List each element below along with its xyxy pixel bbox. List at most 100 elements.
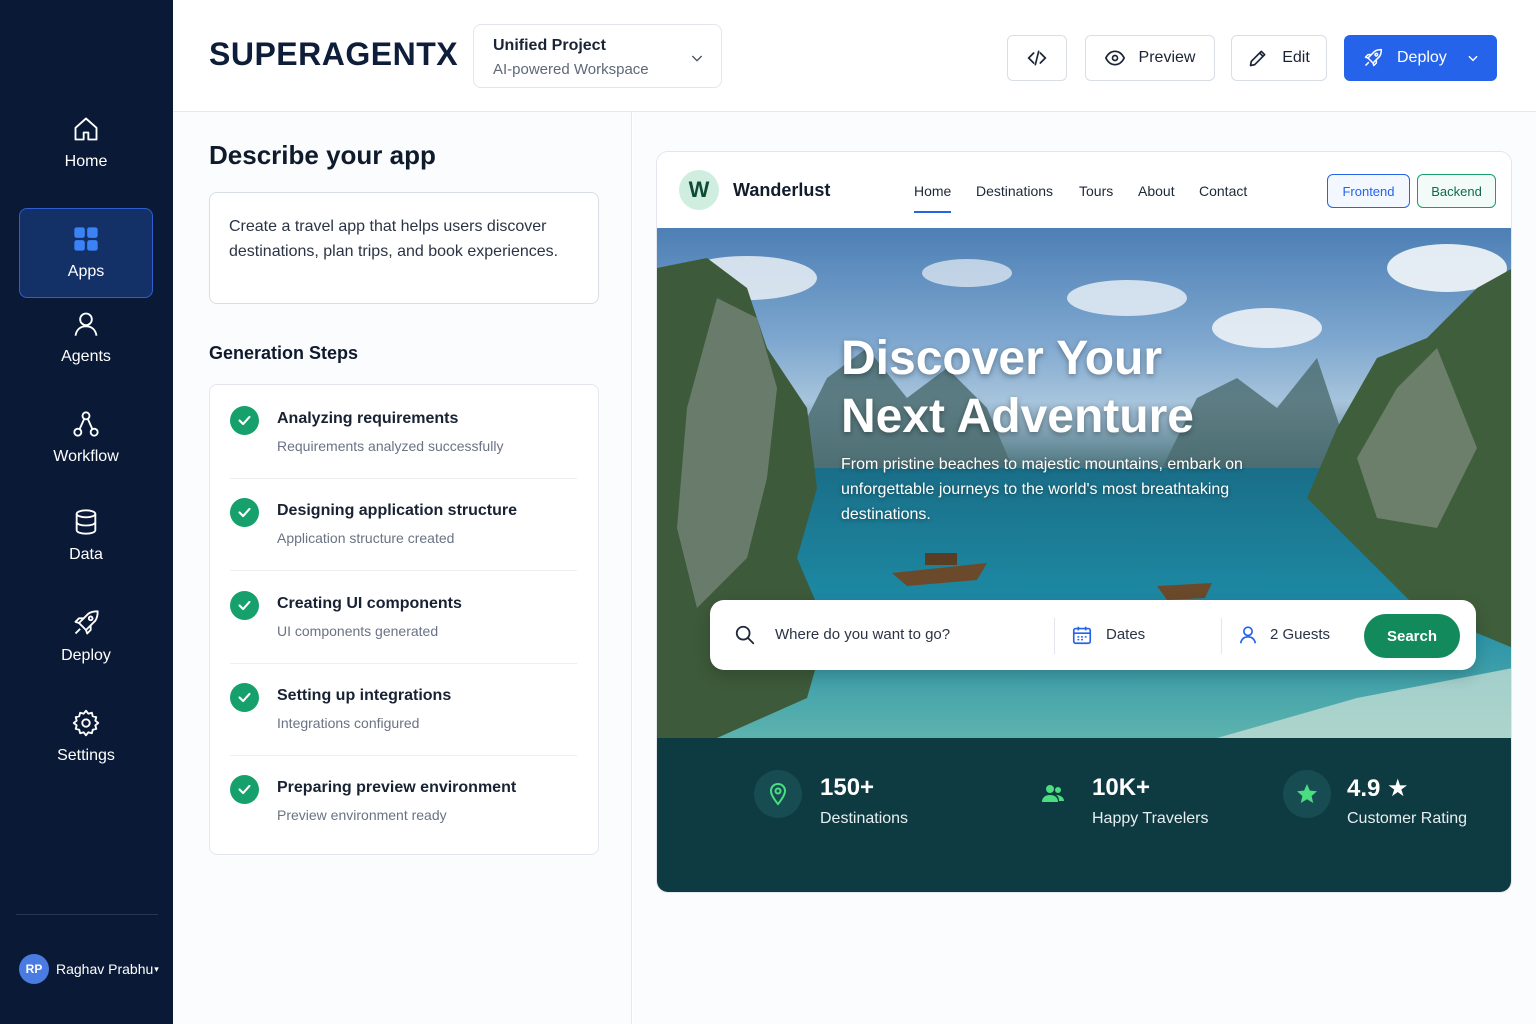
stat-value: 150+ <box>820 774 875 801</box>
stat-value: 4.9 ★ <box>1347 775 1409 802</box>
pencil-icon <box>1249 50 1266 67</box>
stats-section: 150+ Destinations 10K+ Happy Travelers 4… <box>657 738 1511 892</box>
sidebar-item-deploy[interactable]: Deploy <box>19 592 153 682</box>
site-nav-home[interactable]: Home <box>914 183 952 213</box>
database-icon <box>75 509 97 535</box>
app-prompt-input[interactable]: Create a travel app that helps users dis… <box>209 192 599 304</box>
check-circle-icon <box>230 498 259 527</box>
check-circle-icon <box>230 591 259 620</box>
describe-panel: Describe your app Create a travel app th… <box>173 112 632 1024</box>
step-subtitle: Integrations configured <box>277 715 420 731</box>
sidebar-item-label: Settings <box>57 747 115 764</box>
chevron-down-icon[interactable] <box>1466 51 1480 65</box>
search-divider <box>1221 618 1222 654</box>
site-name: Wanderlust <box>733 180 831 200</box>
deploy-label: Deploy <box>1397 49 1447 66</box>
step-title: Setting up integrations <box>277 687 452 704</box>
site-nav-tours[interactable]: Tours <box>1079 183 1113 199</box>
backend-tab[interactable]: Backend <box>1417 174 1496 208</box>
chevron-down-icon: ▾ <box>154 963 159 974</box>
sidebar-item-label: Home <box>64 153 108 170</box>
code-view-button[interactable] <box>1007 35 1067 81</box>
step-title: Analyzing requirements <box>277 410 459 427</box>
step-subtitle: Preview environment ready <box>277 807 447 823</box>
hero-title-line2: Next Adventure <box>841 390 1194 443</box>
sidebar-item-label: Workflow <box>53 448 119 465</box>
sidebar-item-label: Deploy <box>61 647 111 664</box>
site-nav-destinations[interactable]: Destinations <box>976 183 1053 199</box>
sidebar-item-agents[interactable]: Agents <box>19 293 153 383</box>
hero-section: Discover Your Next Adventure From pristi… <box>657 228 1511 738</box>
star-icon <box>1283 770 1331 818</box>
deploy-button[interactable]: Deploy <box>1344 35 1497 81</box>
hero-subtitle: From pristine beaches to majestic mounta… <box>841 456 1243 523</box>
preview-label: Preview <box>1138 49 1196 66</box>
workflow-icon <box>73 411 99 437</box>
user-icon <box>74 312 98 336</box>
sidebar: Home Apps Agents Workflow Data Deploy Se… <box>0 0 173 1024</box>
dates-picker[interactable]: Dates <box>1106 626 1145 643</box>
apps-grid-icon <box>74 227 98 251</box>
stat-value: 10K+ <box>1092 774 1151 801</box>
trip-search-bar: Where do you want to go? Dates 2 Guests … <box>710 600 1476 670</box>
generation-steps-heading: Generation Steps <box>209 343 359 363</box>
sidebar-item-apps[interactable]: Apps <box>19 208 153 298</box>
sidebar-item-label: Data <box>69 546 103 563</box>
search-divider <box>1054 618 1055 654</box>
project-selector[interactable]: Unified Project AI-powered Workspace <box>473 24 722 88</box>
user-name: Raghav Prabhu <box>56 961 154 977</box>
stat-label: Customer Rating <box>1347 810 1468 827</box>
step-subtitle: Requirements analyzed successfully <box>277 438 504 454</box>
sidebar-item-workflow[interactable]: Workflow <box>19 393 153 483</box>
preview-button[interactable]: Preview <box>1085 35 1215 81</box>
sidebar-item-data[interactable]: Data <box>19 491 153 581</box>
home-icon <box>74 117 98 141</box>
calendar-icon <box>1072 626 1092 645</box>
sidebar-item-home[interactable]: Home <box>19 98 153 188</box>
hero-title: Discover Your Next Adventure <box>841 330 1194 446</box>
step-title: Creating UI components <box>277 595 462 612</box>
frontend-tab[interactable]: Frontend <box>1327 174 1410 208</box>
user-menu[interactable]: RP Raghav Prabhu ▾ <box>19 954 159 984</box>
chevron-down-icon <box>691 55 703 62</box>
check-circle-icon <box>230 683 259 712</box>
gear-icon <box>72 709 100 737</box>
eye-icon <box>1104 50 1125 66</box>
step-item: Setting up integrations Integrations con… <box>230 683 577 756</box>
step-subtitle: Application structure created <box>277 530 455 546</box>
guests-selector[interactable]: 2 Guests <box>1270 626 1330 643</box>
project-subtitle: AI-powered Workspace <box>493 61 649 78</box>
stat-label: Destinations <box>820 810 909 827</box>
edit-button[interactable]: Edit <box>1231 35 1327 81</box>
user-icon <box>1239 626 1257 644</box>
brand-logo: SUPERAGENTX <box>209 36 459 72</box>
step-item: Designing application structure Applicat… <box>230 498 577 571</box>
generation-steps-list: Analyzing requirements Requirements anal… <box>209 384 599 855</box>
destination-input[interactable]: Where do you want to go? <box>775 626 950 643</box>
edit-label: Edit <box>1282 49 1310 66</box>
project-title: Unified Project <box>493 37 606 54</box>
search-button[interactable]: Search <box>1364 614 1460 658</box>
check-circle-icon <box>230 775 259 804</box>
site-nav-about[interactable]: About <box>1138 183 1175 199</box>
users-icon <box>1029 770 1077 818</box>
hero-title-line1: Discover Your <box>841 332 1163 385</box>
map-pin-icon <box>754 770 802 818</box>
site-logo: W <box>679 170 719 210</box>
sidebar-item-settings[interactable]: Settings <box>19 692 153 782</box>
avatar: RP <box>19 954 49 984</box>
step-title: Preparing preview environment <box>277 779 517 796</box>
step-subtitle: UI components generated <box>277 623 439 639</box>
rocket-icon <box>1364 48 1383 67</box>
sidebar-divider <box>16 914 158 915</box>
search-icon <box>735 625 755 645</box>
code-icon <box>1027 50 1047 66</box>
rocket-icon <box>74 610 99 635</box>
sidebar-item-label: Agents <box>61 348 111 365</box>
top-header: SUPERAGENTX Unified Project AI-powered W… <box>173 0 1536 112</box>
site-navbar: W Wanderlust Home Destinations Tours Abo… <box>657 152 1511 228</box>
stat-label: Happy Travelers <box>1092 810 1209 827</box>
site-nav-contact[interactable]: Contact <box>1199 183 1247 199</box>
step-title: Designing application structure <box>277 502 518 519</box>
app-preview-frame: W Wanderlust Home Destinations Tours Abo… <box>656 151 1512 893</box>
